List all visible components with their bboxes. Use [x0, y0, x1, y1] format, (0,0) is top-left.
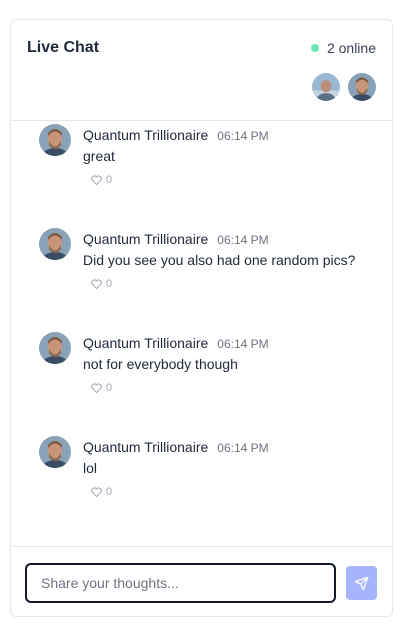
- message-text: great: [83, 148, 115, 164]
- message-time: 06:14 PM: [217, 129, 269, 143]
- message-author: Quantum Trillionaire: [83, 231, 209, 247]
- message-time: 06:14 PM: [217, 233, 269, 247]
- participant-avatar[interactable]: [312, 73, 340, 101]
- author-avatar[interactable]: [39, 228, 71, 260]
- chat-message: Quantum Trillionaire 06:14 PM great 0: [39, 121, 379, 201]
- participant-avatars: [312, 73, 376, 101]
- author-avatar[interactable]: [39, 436, 71, 468]
- online-count: 2 online: [326, 40, 376, 56]
- message-author: Quantum Trillionaire: [83, 439, 209, 455]
- message-time: 06:14 PM: [217, 441, 269, 455]
- online-status: 2 online: [310, 40, 376, 56]
- send-button[interactable]: [346, 566, 377, 600]
- message-time: 06:14 PM: [217, 337, 269, 351]
- like-button[interactable]: 0: [91, 174, 112, 186]
- author-avatar[interactable]: [39, 124, 71, 156]
- heart-icon: [91, 279, 102, 289]
- message-text: Did you see you also had one random pics…: [83, 252, 356, 268]
- like-count: 0: [106, 486, 113, 498]
- participant-avatar[interactable]: [348, 73, 376, 101]
- message-composer: [11, 546, 392, 616]
- author-avatar[interactable]: [39, 332, 71, 364]
- like-count: 0: [106, 382, 113, 394]
- message-text: not for everybody though: [83, 356, 238, 372]
- chat-message: Quantum Trillionaire 06:14 PM lol 0: [39, 433, 379, 513]
- live-chat-panel: Live Chat 2 online Quantum Trillionaire …: [10, 19, 393, 617]
- message-input[interactable]: [25, 563, 336, 603]
- online-dot-icon: [310, 44, 319, 52]
- like-button[interactable]: 0: [91, 278, 112, 290]
- like-count: 0: [106, 174, 113, 186]
- message-author: Quantum Trillionaire: [83, 127, 209, 143]
- heart-icon: [91, 487, 102, 497]
- chat-message: Quantum Trillionaire 06:14 PM not for ev…: [39, 329, 379, 409]
- like-button[interactable]: 0: [91, 486, 112, 498]
- chat-header: Live Chat 2 online: [11, 20, 392, 121]
- heart-icon: [91, 175, 102, 185]
- send-icon: [354, 576, 369, 590]
- chat-title: Live Chat: [27, 39, 100, 56]
- like-count: 0: [106, 278, 113, 290]
- heart-icon: [91, 383, 102, 393]
- chat-message: Quantum Trillionaire 06:14 PM Did you se…: [39, 225, 379, 305]
- message-author: Quantum Trillionaire: [83, 335, 209, 351]
- message-text: lol: [83, 460, 98, 476]
- message-list[interactable]: Quantum Trillionaire 06:14 PM great 0 Qu…: [11, 121, 392, 546]
- like-button[interactable]: 0: [91, 382, 112, 394]
